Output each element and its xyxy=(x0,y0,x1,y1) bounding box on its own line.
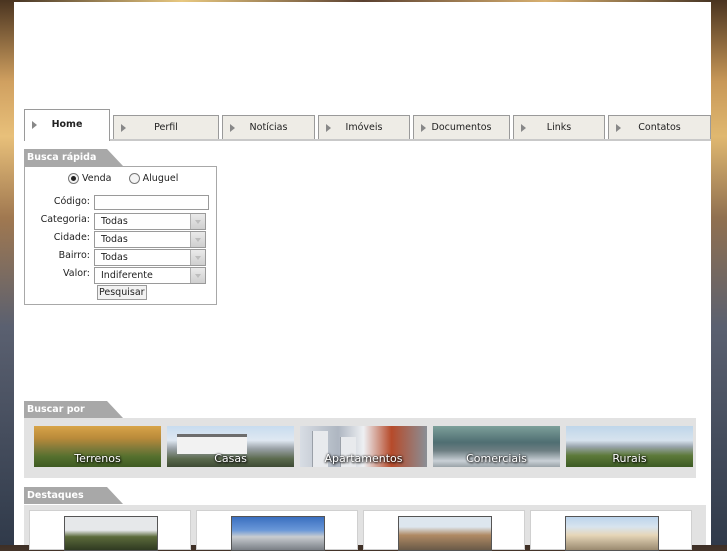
tab-links[interactable]: Links xyxy=(513,115,605,139)
arrow-right-icon xyxy=(521,124,526,132)
category-label: Apartamentos xyxy=(324,452,403,465)
header-slope xyxy=(107,149,123,166)
dropdown-arrow-icon[interactable] xyxy=(190,232,205,247)
arrow-right-icon xyxy=(230,124,235,132)
codigo-label: Código: xyxy=(53,196,90,207)
quick-search-header: Busca rápida xyxy=(24,149,217,166)
section-title: Destaques xyxy=(24,487,107,504)
page-container: Home Perfil Notícias Imóveis Documentos … xyxy=(14,2,711,551)
dropdown-arrow-icon[interactable] xyxy=(190,268,205,283)
radio-aluguel[interactable] xyxy=(128,173,140,184)
featured-card[interactable] xyxy=(29,510,191,551)
tab-label: Perfil xyxy=(154,122,178,133)
quick-search-form: Venda Aluguel Código: Categoria: Todas C… xyxy=(24,166,217,305)
categoria-value: Todas xyxy=(101,216,128,227)
featured-card[interactable] xyxy=(196,510,358,551)
bairro-label: Bairro: xyxy=(58,250,90,261)
radio-venda-label: Venda xyxy=(82,173,112,184)
valor-value: Indiferente xyxy=(101,270,153,281)
tab-label: Home xyxy=(51,119,83,130)
codigo-row: Código: xyxy=(25,195,218,212)
cidade-value: Todas xyxy=(101,234,128,245)
tab-perfil[interactable]: Perfil xyxy=(113,115,219,139)
tab-imoveis[interactable]: Imóveis xyxy=(318,115,410,139)
featured-header: Destaques xyxy=(24,487,696,504)
featured-thumbnail[interactable] xyxy=(398,516,492,551)
cidade-select[interactable]: Todas xyxy=(94,231,206,248)
tab-label: Links xyxy=(546,122,572,133)
codigo-input[interactable] xyxy=(94,195,209,210)
background-sky-right xyxy=(711,0,727,545)
category-label: Comerciais xyxy=(466,452,527,465)
header-slope xyxy=(107,401,123,418)
tab-home[interactable]: Home xyxy=(24,109,110,141)
category-label: Rurais xyxy=(612,452,647,465)
arrow-right-icon xyxy=(32,121,37,129)
category-casas[interactable]: Casas xyxy=(167,426,294,467)
radio-venda[interactable] xyxy=(68,173,79,184)
arrow-right-icon xyxy=(421,124,426,132)
house-image xyxy=(177,434,247,454)
cidade-label: Cidade: xyxy=(53,232,90,243)
valor-label: Valor: xyxy=(63,268,90,279)
header-slope xyxy=(107,487,123,504)
featured-thumbnail[interactable] xyxy=(64,516,158,551)
tab-label: Contatos xyxy=(638,122,681,133)
radio-aluguel-label: Aluguel xyxy=(142,173,179,184)
category-label: Casas xyxy=(214,452,247,465)
transaction-type-group: Venda Aluguel xyxy=(68,173,192,187)
browse-header: Buscar por xyxy=(24,401,696,418)
main-nav-tabs: Home Perfil Notícias Imóveis Documentos … xyxy=(24,109,711,141)
valor-row: Valor: Indiferente xyxy=(25,267,218,284)
arrow-right-icon xyxy=(121,124,126,132)
valor-select[interactable]: Indiferente xyxy=(94,267,206,284)
dropdown-arrow-icon[interactable] xyxy=(190,214,205,229)
bairro-value: Todas xyxy=(101,252,128,263)
category-apartamentos[interactable]: Apartamentos xyxy=(300,426,427,467)
featured-thumbnail[interactable] xyxy=(231,516,325,551)
tab-label: Notícias xyxy=(249,122,288,133)
section-title: Buscar por xyxy=(24,401,107,418)
category-rurais[interactable]: Rurais xyxy=(566,426,693,467)
bairro-row: Bairro: Todas xyxy=(25,249,218,266)
arrow-right-icon xyxy=(326,124,331,132)
tab-contatos[interactable]: Contatos xyxy=(608,115,711,139)
browse-categories: Terrenos Casas Apartamentos Comerciais R… xyxy=(24,418,696,478)
cidade-row: Cidade: Todas xyxy=(25,231,218,248)
tab-noticias[interactable]: Notícias xyxy=(222,115,315,139)
category-terrenos[interactable]: Terrenos xyxy=(34,426,161,467)
featured-thumbnail[interactable] xyxy=(565,516,659,551)
categoria-select[interactable]: Todas xyxy=(94,213,206,230)
bairro-select[interactable]: Todas xyxy=(94,249,206,266)
category-comerciais[interactable]: Comerciais xyxy=(433,426,560,467)
categoria-row: Categoria: Todas xyxy=(25,213,218,230)
section-title: Busca rápida xyxy=(24,149,107,166)
featured-card[interactable] xyxy=(530,510,692,551)
dropdown-arrow-icon[interactable] xyxy=(190,250,205,265)
featured-card[interactable] xyxy=(363,510,525,551)
tab-documentos[interactable]: Documentos xyxy=(413,115,510,139)
search-submit-button[interactable]: Pesquisar xyxy=(97,285,147,300)
featured-listings xyxy=(24,505,706,551)
tab-label: Imóveis xyxy=(345,122,383,133)
arrow-right-icon xyxy=(616,124,621,132)
category-label: Terrenos xyxy=(74,452,121,465)
tab-label: Documentos xyxy=(431,122,492,133)
categoria-label: Categoria: xyxy=(40,214,90,225)
